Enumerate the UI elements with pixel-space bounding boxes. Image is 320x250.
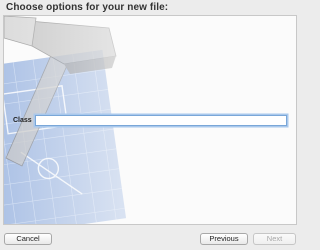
previous-button[interactable]: Previous [200, 233, 248, 245]
cancel-button[interactable]: Cancel [4, 233, 52, 245]
next-button[interactable]: Next [253, 233, 296, 245]
options-panel: Class [3, 15, 297, 225]
class-label: Class [13, 117, 32, 124]
class-input[interactable] [35, 115, 287, 126]
new-file-options-sheet: Choose options for your new file: Class … [0, 0, 300, 250]
sheet-title: Choose options for your new file: [6, 2, 169, 13]
